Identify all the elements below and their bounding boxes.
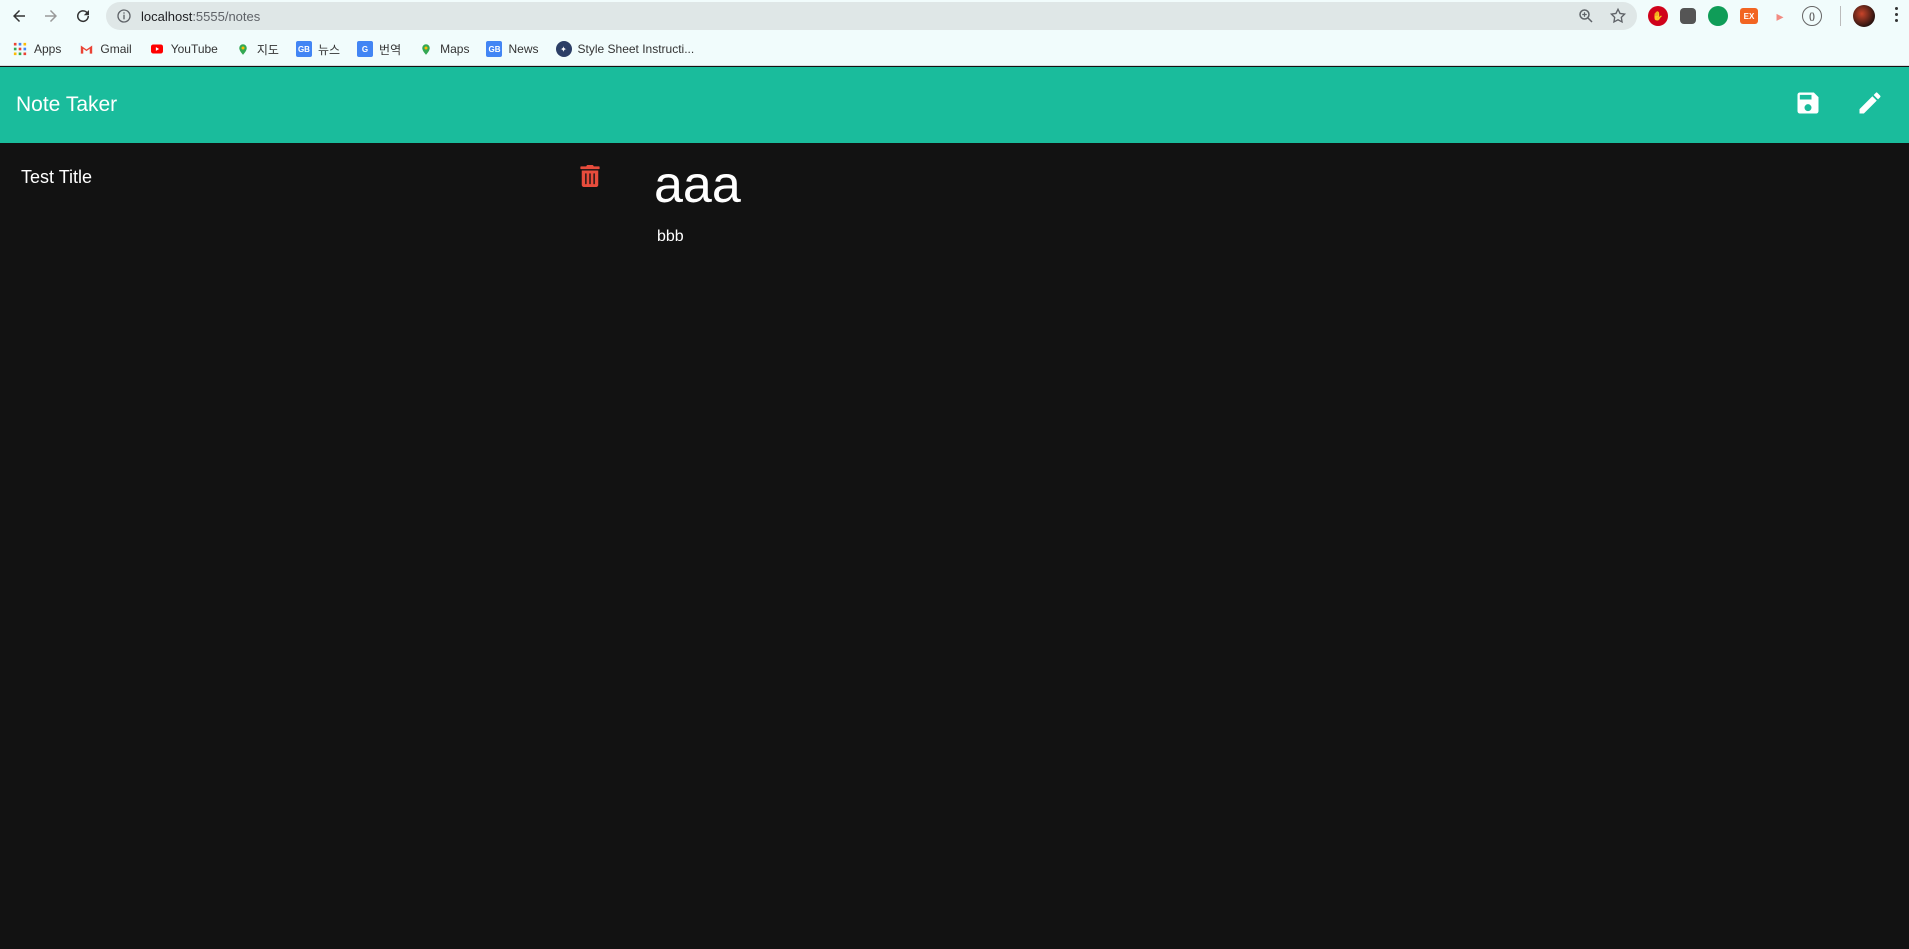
extension-icon[interactable] xyxy=(1680,8,1696,24)
gmail-icon xyxy=(78,41,94,57)
brand-title[interactable]: Note Taker xyxy=(16,93,117,117)
trash-icon xyxy=(580,165,600,187)
hangouts-icon[interactable] xyxy=(1708,6,1728,26)
note-view: aaa bbb xyxy=(654,143,741,246)
bookmark-gmail[interactable]: Gmail xyxy=(78,41,132,57)
menu-icon[interactable] xyxy=(1893,7,1899,22)
notes-list: Test Title xyxy=(0,143,620,213)
browser-chrome: localhost:5555/notes ✋ EX ▸ () Apps Gmai… xyxy=(0,0,1909,66)
save-note-button[interactable] xyxy=(1793,88,1823,118)
back-icon[interactable] xyxy=(4,1,34,31)
app-navbar: Note Taker xyxy=(0,67,1909,143)
bookmark-maps[interactable]: Maps xyxy=(418,41,469,57)
bookmark-korean-maps[interactable]: 지도 xyxy=(235,41,279,58)
note-title[interactable]: aaa xyxy=(654,156,741,214)
translate-icon: G xyxy=(357,41,374,57)
seal-icon: ✦ xyxy=(555,41,572,57)
zoom-icon[interactable] xyxy=(1577,7,1595,25)
toolbar-divider xyxy=(1840,6,1841,26)
ex-icon[interactable]: EX xyxy=(1740,8,1758,24)
note-list-title[interactable]: Test Title xyxy=(21,167,92,188)
adblock-icon[interactable]: ✋ xyxy=(1648,6,1668,26)
news-icon: GB xyxy=(486,41,503,57)
bookmarks-bar: Apps Gmail YouTube 지도 GB 뉴스 G 번역 Maps GB… xyxy=(0,32,1909,66)
list-item[interactable]: Test Title xyxy=(0,143,620,213)
maps-pin-icon xyxy=(418,41,434,57)
bookmark-apps[interactable]: Apps xyxy=(12,41,61,57)
new-note-button[interactable] xyxy=(1855,88,1885,118)
bookmark-translate[interactable]: G 번역 xyxy=(357,41,401,58)
bookmark-korean-news[interactable]: GB 뉴스 xyxy=(295,41,340,58)
star-icon[interactable] xyxy=(1609,7,1627,25)
delete-note-button[interactable] xyxy=(578,163,602,189)
code-icon[interactable]: () xyxy=(1802,6,1822,26)
extension-pink-icon[interactable]: ▸ xyxy=(1770,6,1790,26)
youtube-icon xyxy=(149,41,165,57)
forward-icon[interactable] xyxy=(36,1,66,31)
apps-grid-icon xyxy=(12,41,28,57)
maps-pin-icon xyxy=(235,41,251,57)
profile-avatar[interactable] xyxy=(1853,5,1875,27)
browser-toolbar: localhost:5555/notes ✋ EX ▸ () xyxy=(0,0,1909,32)
main-content: Test Title aaa bbb xyxy=(0,143,1909,949)
bookmark-style-sheet[interactable]: ✦ Style Sheet Instructi... xyxy=(555,41,694,57)
address-bar[interactable]: localhost:5555/notes xyxy=(106,2,1637,30)
pencil-icon xyxy=(1859,92,1881,114)
save-icon xyxy=(1797,92,1819,114)
url-text[interactable]: localhost:5555/notes xyxy=(141,9,260,24)
bookmark-youtube[interactable]: YouTube xyxy=(149,41,218,57)
bookmark-news[interactable]: GB News xyxy=(486,41,539,57)
reload-icon[interactable] xyxy=(68,1,98,31)
news-icon: GB xyxy=(295,41,312,57)
navbar-actions xyxy=(1793,88,1885,118)
note-body[interactable]: bbb xyxy=(657,228,741,246)
info-icon[interactable] xyxy=(116,8,132,24)
extensions-bar: ✋ EX ▸ () xyxy=(1648,6,1822,26)
